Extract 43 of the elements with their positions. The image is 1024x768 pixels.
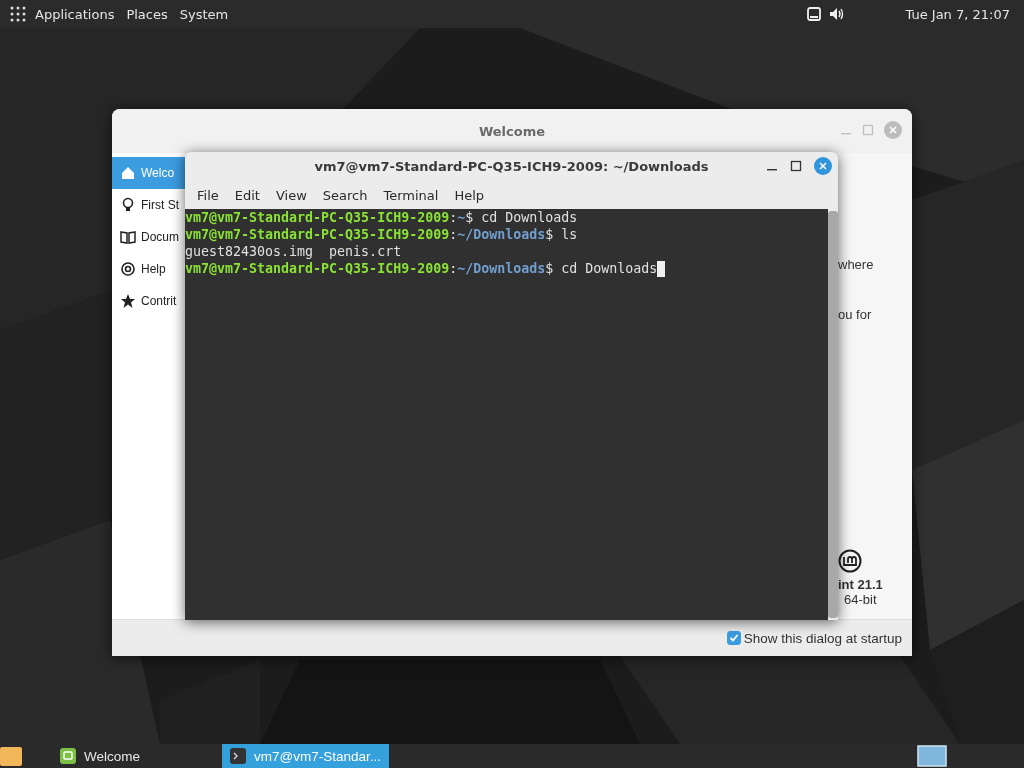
checkbox[interactable] (726, 631, 741, 645)
sidebar-icon (120, 165, 136, 181)
sidebar-icon (120, 293, 136, 309)
menu-item[interactable]: Help (446, 187, 493, 203)
maximize-icon[interactable] (790, 160, 802, 172)
close-icon[interactable] (814, 157, 832, 175)
app-icon (60, 748, 76, 764)
welcome-text: where (838, 257, 875, 273)
window-title: vm7@vm7-Standard-PC-Q35-ICH9-2009: ~/Downloads (314, 159, 709, 174)
sidebar-icon (120, 261, 136, 277)
startup-checkbox[interactable]: Show this dialog at startup (726, 630, 902, 646)
terminal-icon (230, 748, 246, 764)
menu-item[interactable]: View (267, 187, 315, 203)
version-label: int 21.1 (838, 577, 884, 592)
sidebar-icon (120, 197, 136, 213)
volume-icon[interactable] (829, 7, 846, 21)
window-title: Welcome (478, 123, 546, 139)
menu-item[interactable]: Terminal (375, 187, 447, 203)
panel-menu[interactable]: Applications (35, 6, 115, 22)
arch-label: 64-bit (844, 592, 878, 607)
sidebar-icon (120, 229, 136, 245)
sidebar-item[interactable]: First St (112, 189, 185, 221)
sidebar-item[interactable]: Help (112, 253, 185, 285)
clock[interactable]: Tue Jan 7, 21:07 (905, 6, 1010, 22)
menu-item[interactable]: File (189, 187, 227, 203)
taskbar-item[interactable]: Welcome (30, 744, 192, 768)
close-icon[interactable] (884, 121, 902, 139)
menu-item[interactable]: Edit (226, 187, 268, 203)
panel-menu[interactable]: Places (126, 6, 168, 22)
welcome-text: ou for (838, 307, 873, 323)
panel-menu[interactable]: System (179, 6, 229, 22)
mint-logo-icon (838, 549, 862, 573)
terminal-line: guest82430os.img penis.crt (185, 243, 403, 260)
apps-grid-icon[interactable] (10, 6, 26, 22)
scrollbar[interactable] (828, 209, 838, 620)
terminal-line: vm7@vm7-Standard-PC-Q35-ICH9-2009:~$ cd Downloads (185, 209, 579, 226)
menu-item[interactable]: Search (314, 187, 376, 203)
sidebar-item[interactable]: Docum (112, 221, 185, 253)
terminal-line: vm7@vm7-Standard-PC-Q35-ICH9-2009:~/Downloads$ ls (185, 226, 579, 243)
display-icon[interactable] (807, 7, 822, 21)
folder-icon[interactable] (0, 746, 22, 766)
sidebar-item[interactable]: Contrit (112, 285, 185, 317)
terminal-line: vm7@vm7-Standard-PC-Q35-ICH9-2009:~/Downloads$ cd Downloads (185, 260, 828, 277)
